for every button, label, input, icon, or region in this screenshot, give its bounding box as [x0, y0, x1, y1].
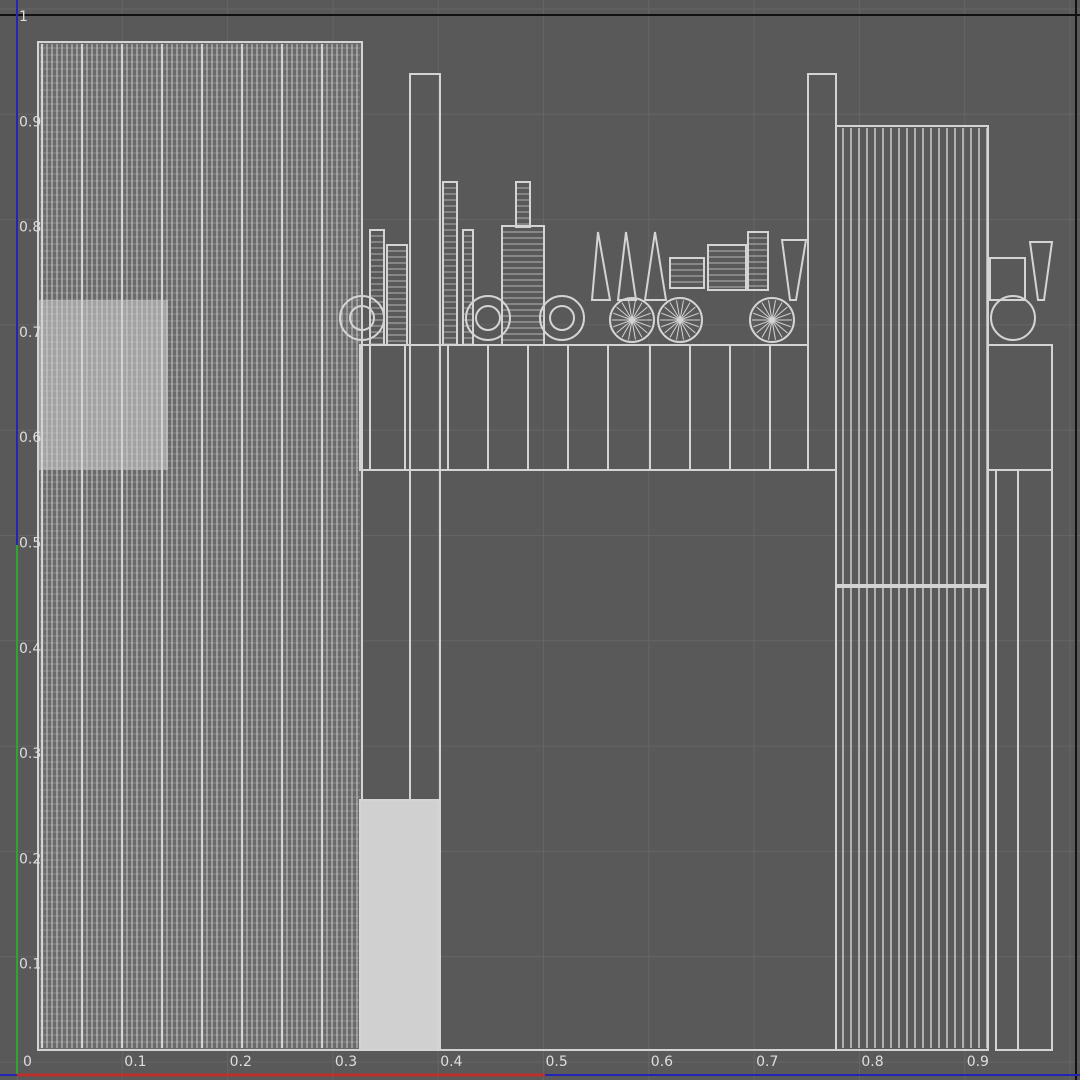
uv-shell-building-facades[interactable] — [37, 41, 363, 1051]
uv-part-shell — [707, 244, 747, 291]
uv-texture-editor-viewport[interactable]: 0 0.1 0.2 0.3 0.4 0.5 0.6 0.7 0.8 0.9 1 0.9 0.8 0.7 0… — [0, 0, 1080, 1080]
uv-shell-far-right[interactable] — [987, 241, 1054, 1051]
uv-part-shell — [669, 257, 705, 289]
u-tick-label: 0.3 — [335, 1054, 357, 1070]
u-tick-label: 0.8 — [861, 1054, 883, 1070]
v-tick-label: 0.7 — [19, 325, 41, 341]
v-tick-label: 0.9 — [19, 114, 41, 130]
v-tick-label: 0.4 — [19, 641, 41, 657]
v-tick-label: 0.2 — [19, 851, 41, 867]
u-tick-label: 0.6 — [651, 1054, 673, 1070]
u-tick-label: 0.7 — [756, 1054, 778, 1070]
uv-canvas[interactable]: 0 0.1 0.2 0.3 0.4 0.5 0.6 0.7 0.8 0.9 1 0.9 0.8 0.7 0… — [0, 0, 1080, 1080]
uv-cone-shell — [616, 231, 638, 301]
u-tick-label: 0.9 — [967, 1054, 989, 1070]
u-tick-label: 0.2 — [230, 1054, 252, 1070]
uv-cone-shell — [590, 231, 612, 301]
uv-part-shell — [442, 181, 458, 346]
uv-shell-right-column[interactable] — [807, 73, 837, 471]
uv-part-shell — [747, 231, 769, 291]
uv-shell-tall-column[interactable] — [359, 73, 441, 1051]
v-tick-label: 0.3 — [19, 746, 41, 762]
v-tick-label: 1 — [19, 9, 28, 25]
uv-shells[interactable] — [37, 41, 1054, 1051]
uv-cone-shell — [643, 231, 668, 301]
uv-wheel-shell — [539, 295, 585, 341]
v-tick-label: 0.8 — [19, 220, 41, 236]
uv-edge — [475, 305, 501, 331]
uv-part-shell — [386, 244, 408, 346]
u-tick-label: 0 — [23, 1054, 32, 1070]
uv-edge — [549, 305, 575, 331]
u-tick-label: 0.1 — [124, 1054, 146, 1070]
uv-cone-shell — [780, 239, 808, 301]
v-tick-label: 0.1 — [19, 957, 41, 973]
u-tick-label: 0.4 — [440, 1054, 462, 1070]
uv-part-shell — [515, 181, 531, 228]
v-tick-label: 0.6 — [19, 430, 41, 446]
u-tick-label: 0.5 — [546, 1054, 568, 1070]
v-tick-label: 0.5 — [19, 536, 41, 552]
